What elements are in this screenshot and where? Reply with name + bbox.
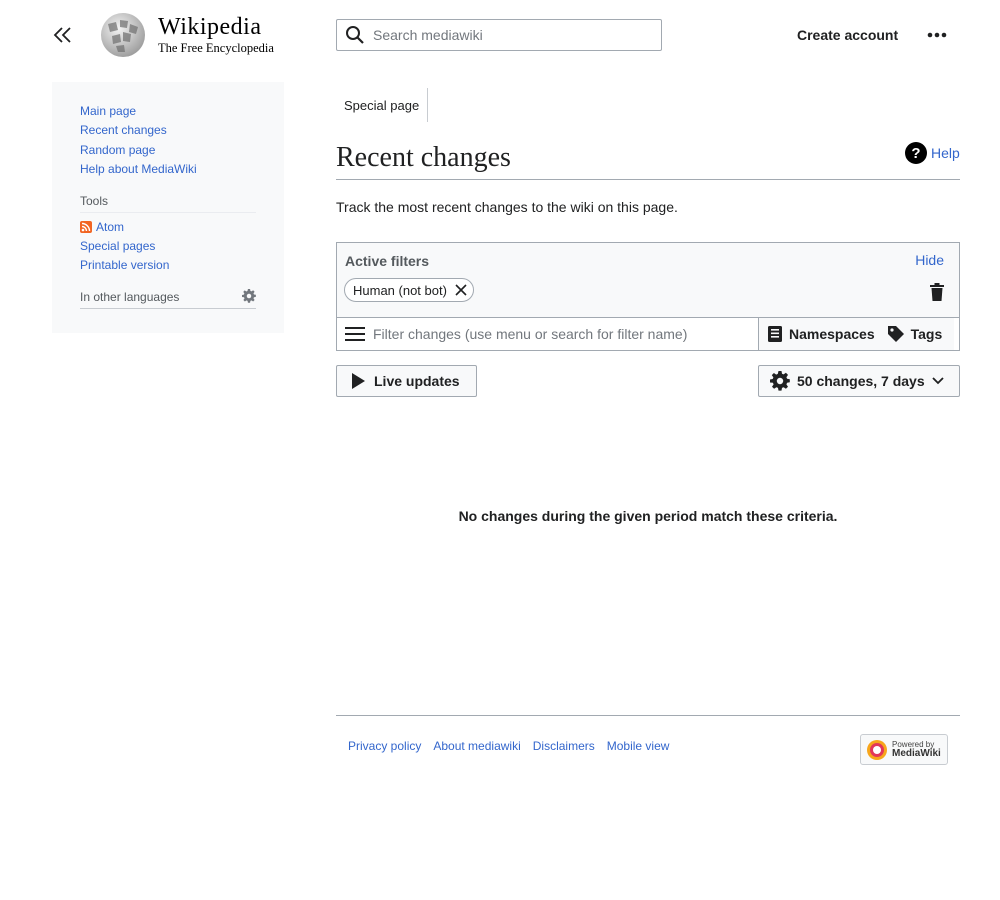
create-account-link[interactable]: Create account xyxy=(797,27,898,43)
active-filters-label: Active filters xyxy=(345,253,430,269)
ellipsis-icon[interactable] xyxy=(924,25,950,45)
sidebar-item-main-page[interactable]: Main page xyxy=(80,102,256,121)
book-icon xyxy=(768,326,782,342)
sidebar-item-atom[interactable]: Atom xyxy=(96,218,124,237)
active-filters-panel: Active filters Hide Human (not bot) xyxy=(336,242,960,317)
filter-search-input[interactable] xyxy=(373,326,753,342)
sidebar-navigation: Main page Recent changes Random page Hel… xyxy=(80,102,256,180)
sidebar-item-special-pages[interactable]: Special pages xyxy=(80,237,256,256)
powered-by-mediawiki-badge[interactable]: Powered by MediaWiki xyxy=(860,734,948,765)
mediawiki-flower-icon xyxy=(867,739,887,760)
footer-link-privacy[interactable]: Privacy policy xyxy=(348,739,421,753)
filter-chip-label: Human (not bot) xyxy=(353,282,447,298)
sidebar-item-help[interactable]: Help about MediaWiki xyxy=(80,160,256,179)
sidebar-item-printable-version[interactable]: Printable version xyxy=(80,256,256,275)
help-icon: ? xyxy=(905,142,927,164)
sidebar: Main page Recent changes Random page Hel… xyxy=(52,82,284,333)
powered-by-line2: MediaWiki xyxy=(892,747,941,759)
results-settings-button[interactable]: 50 changes, 7 days xyxy=(758,365,960,397)
tools-heading: Tools xyxy=(80,194,256,213)
footer-links: Privacy policy About mediawiki Disclaime… xyxy=(348,739,681,753)
trash-icon[interactable] xyxy=(930,283,944,306)
footer: Privacy policy About mediawiki Disclaime… xyxy=(336,715,960,765)
tags-label: Tags xyxy=(910,326,943,342)
tags-button[interactable]: Tags xyxy=(880,318,955,350)
page-intro: Track the most recent changes to the wik… xyxy=(336,199,678,215)
gear-icon[interactable] xyxy=(242,288,256,306)
wikipedia-globe-icon xyxy=(101,13,145,57)
filter-chip[interactable]: Human (not bot) xyxy=(344,278,474,302)
tab-special-page[interactable]: Special page xyxy=(336,88,429,122)
footer-link-about[interactable]: About mediawiki xyxy=(433,739,520,753)
site-logo[interactable]: Wikipedia The Free Encyclopedia xyxy=(98,12,274,58)
play-icon xyxy=(352,373,365,389)
logo-tagline: The Free Encyclopedia xyxy=(158,41,274,56)
chevron-down-icon xyxy=(932,377,944,385)
collapse-sidebar-icon[interactable] xyxy=(50,22,76,48)
close-icon[interactable] xyxy=(455,284,467,296)
namespaces-button[interactable]: Namespaces xyxy=(759,318,881,350)
live-updates-label: Live updates xyxy=(374,373,460,389)
hide-filters-link[interactable]: Hide xyxy=(915,252,944,268)
no-changes-message: No changes during the given period match… xyxy=(458,508,838,524)
languages-heading: In other languages xyxy=(80,289,180,304)
footer-link-mobile-view[interactable]: Mobile view xyxy=(607,739,670,753)
sidebar-item-recent-changes[interactable]: Recent changes xyxy=(80,121,256,140)
search-box[interactable] xyxy=(336,19,662,51)
help-label[interactable]: Help xyxy=(931,145,960,161)
footer-link-disclaimers[interactable]: Disclaimers xyxy=(533,739,595,753)
search-icon xyxy=(337,25,373,45)
filter-bar: Namespaces Tags xyxy=(336,317,960,351)
tag-icon xyxy=(887,326,904,342)
rss-icon xyxy=(80,221,92,234)
results-settings-label: 50 changes, 7 days xyxy=(797,373,925,389)
namespaces-label: Namespaces xyxy=(789,326,875,342)
help-link[interactable]: ? Help xyxy=(905,142,960,164)
gear-icon xyxy=(770,371,790,391)
search-input[interactable] xyxy=(373,27,643,43)
languages-section: In other languages xyxy=(80,288,256,309)
page-title: Recent changes xyxy=(336,140,960,180)
sidebar-item-random-page[interactable]: Random page xyxy=(80,141,256,160)
logo-wordmark: Wikipedia xyxy=(158,14,262,41)
menu-icon[interactable] xyxy=(337,326,373,342)
live-updates-button[interactable]: Live updates xyxy=(336,365,477,397)
